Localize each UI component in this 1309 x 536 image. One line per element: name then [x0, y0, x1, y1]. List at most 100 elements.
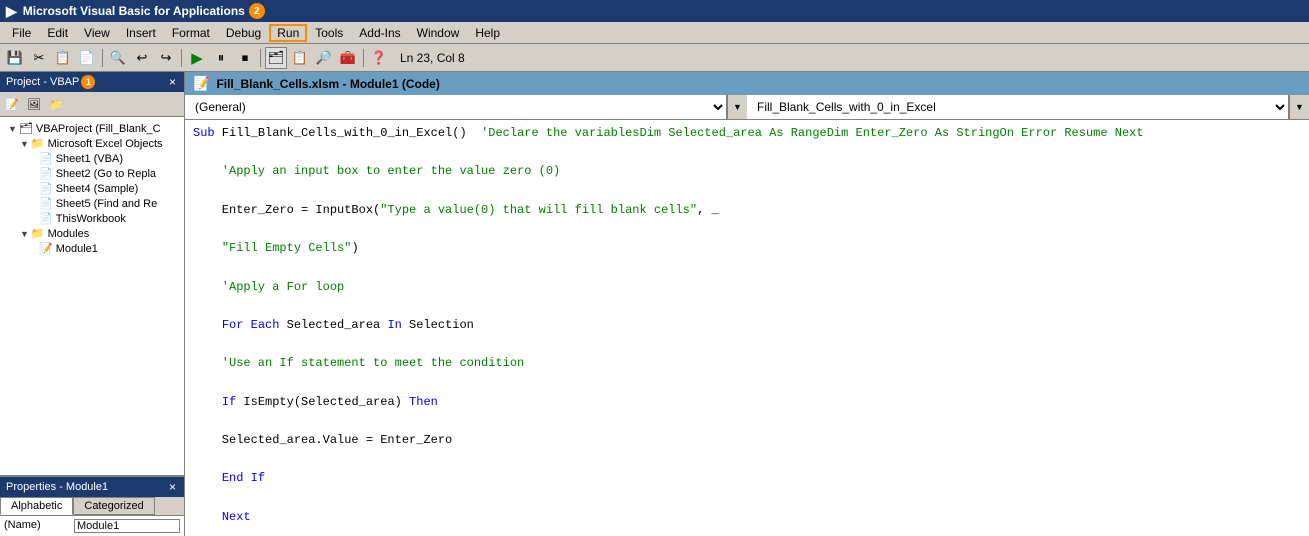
expand-icon: ▼	[8, 124, 17, 134]
toolbar-save-btn[interactable]: 💾	[4, 47, 26, 69]
project-close-btn[interactable]: ×	[167, 75, 178, 89]
code-line-blank-1	[193, 143, 1301, 162]
code-line-comment3: 'Use an If statement to meet the conditi…	[193, 354, 1301, 373]
title-badge: 2	[249, 3, 265, 19]
menu-format[interactable]: Format	[164, 24, 218, 42]
tree-label: Sheet4 (Sample)	[56, 183, 139, 195]
toolbar-pause-btn[interactable]: ⏸	[210, 47, 232, 69]
toolbar-cut-btn[interactable]: ✂	[28, 47, 50, 69]
properties-tabs: Alphabetic Categorized	[0, 497, 184, 516]
toolbar-status: Ln 23, Col 8	[400, 51, 465, 65]
vba-icon: ▶	[6, 3, 17, 20]
code-panel-header: 📝 Fill_Blank_Cells.xlsm - Module1 (Code)	[185, 72, 1309, 95]
code-line-foreach: For Each Selected_area In Selection	[193, 316, 1301, 335]
project-tree[interactable]: ▼ 🗂 VBAProject (Fill_Blank_C ▼ 📁 Microso…	[0, 117, 184, 475]
code-line-blank-3	[193, 220, 1301, 239]
toolbar-sep-4	[363, 49, 364, 67]
spacer	[32, 199, 37, 209]
toolbar: 💾 ✂ 📋 📄 🔍 ↩ ↪ ▶ ⏸ ⏹ 🗂 📋 🔎 🧰 ❓ Ln 23, Col…	[0, 44, 1309, 72]
tree-item-modules[interactable]: ▼ 📁 Modules	[4, 226, 180, 241]
tree-label: Module1	[56, 243, 98, 255]
menu-help[interactable]: Help	[467, 24, 508, 42]
toolbar-run-btn[interactable]: ▶	[186, 47, 208, 69]
toolbar-redo-btn[interactable]: ↪	[155, 47, 177, 69]
project-panel-header: Project - VBAP1 ×	[0, 72, 184, 92]
tree-item-sheet5[interactable]: 📄 Sheet5 (Find and Re	[4, 196, 180, 211]
props-row-name: (Name) Module1	[4, 518, 180, 534]
menu-addins[interactable]: Add-Ins	[351, 24, 408, 42]
spacer	[32, 169, 37, 179]
menu-run[interactable]: Run	[269, 24, 307, 42]
toolbar-properties-btn[interactable]: 📋	[289, 47, 311, 69]
spacer	[32, 244, 37, 254]
tree-item-thisworkbook[interactable]: 📄 ThisWorkbook	[4, 211, 180, 226]
toolbar-find-btn[interactable]: 🔍	[107, 47, 129, 69]
general-dropdown[interactable]: (General)	[185, 95, 727, 119]
toolbar-help-btn[interactable]: ❓	[368, 47, 390, 69]
tree-item-sheet2[interactable]: 📄 Sheet2 (Go to Repla	[4, 166, 180, 181]
menu-file[interactable]: File	[4, 24, 39, 42]
code-line-endif: End If	[193, 469, 1301, 488]
code-line-value: Selected_area.Value = Enter_Zero	[193, 431, 1301, 450]
sheet-icon: 📄	[39, 182, 53, 195]
menu-bar: File Edit View Insert Format Debug Run T…	[0, 22, 1309, 44]
procedure-dropdown[interactable]: Fill_Blank_Cells_with_0_in_Excel	[747, 95, 1289, 119]
code-editor[interactable]: Sub Fill_Blank_Cells_with_0_in_Excel() '…	[185, 120, 1309, 536]
code-line-inputbox: Enter_Zero = InputBox("Type a value(0) t…	[193, 201, 1301, 220]
tree-item-vbaproject[interactable]: ▼ 🗂 VBAProject (Fill_Blank_C	[4, 121, 180, 136]
toolbar-projectexplorer-btn[interactable]: 🗂	[265, 47, 287, 69]
tree-toggle-folders-btn[interactable]: 📁	[46, 94, 66, 114]
code-line-blank-8	[193, 412, 1301, 431]
props-value-field[interactable]: Module1	[74, 519, 180, 533]
menu-edit[interactable]: Edit	[39, 24, 76, 42]
tree-item-module1[interactable]: 📝 Module1	[4, 241, 180, 256]
tree-item-sheet1[interactable]: 📄 Sheet1 (VBA)	[4, 151, 180, 166]
code-line-fillempty: "Fill Empty Cells")	[193, 239, 1301, 258]
menu-window[interactable]: Window	[409, 24, 468, 42]
code-line-blank-2	[193, 182, 1301, 201]
expand-icon: ▼	[20, 139, 29, 149]
code-line-blank-4	[193, 258, 1301, 277]
properties-title: Properties - Module1	[6, 481, 108, 493]
code-header-icon: 📝	[193, 75, 210, 92]
code-line-blank-10	[193, 489, 1301, 508]
props-name-label: (Name)	[4, 519, 74, 533]
tree-label: Microsoft Excel Objects	[48, 138, 163, 150]
dropdown1-arrow[interactable]: ▼	[727, 95, 747, 119]
toolbar-undo-btn[interactable]: ↩	[131, 47, 153, 69]
code-line-blank-9	[193, 450, 1301, 469]
title-bar: ▶ Microsoft Visual Basic for Application…	[0, 0, 1309, 22]
tree-label: Sheet1 (VBA)	[56, 153, 123, 165]
toolbar-objectbrowser-btn[interactable]: 🔎	[313, 47, 335, 69]
dropdown2-arrow[interactable]: ▼	[1289, 95, 1309, 119]
folder-icon: 📁	[31, 137, 45, 150]
folder-icon: 🗂	[19, 122, 33, 135]
tab-alphabetic[interactable]: Alphabetic	[0, 497, 73, 515]
code-dropdowns: (General) ▼ Fill_Blank_Cells_with_0_in_E…	[185, 95, 1309, 120]
tree-view-code-btn[interactable]: 📝	[2, 94, 22, 114]
toolbar-paste-btn[interactable]: 📄	[76, 47, 98, 69]
sheet-icon: 📄	[39, 197, 53, 210]
spacer	[32, 184, 37, 194]
toolbar-stop-btn[interactable]: ⏹	[234, 47, 256, 69]
properties-content: (Name) Module1	[0, 516, 184, 536]
toolbar-toolbox-btn[interactable]: 🧰	[337, 47, 359, 69]
expand-icon: ▼	[20, 229, 29, 239]
project-badge: 1	[81, 75, 95, 89]
properties-panel: Properties - Module1 × Alphabetic Catego…	[0, 475, 184, 536]
toolbar-copy-btn[interactable]: 📋	[52, 47, 74, 69]
tab-categorized[interactable]: Categorized	[73, 497, 154, 515]
menu-view[interactable]: View	[76, 24, 118, 42]
title-text: Microsoft Visual Basic for Applications	[23, 4, 245, 18]
tree-item-excel-objects[interactable]: ▼ 📁 Microsoft Excel Objects	[4, 136, 180, 151]
code-line-blank-5	[193, 297, 1301, 316]
tree-label: VBAProject (Fill_Blank_C	[36, 123, 161, 135]
properties-close-btn[interactable]: ×	[167, 480, 178, 494]
tree-item-sheet4[interactable]: 📄 Sheet4 (Sample)	[4, 181, 180, 196]
main-layout: Project - VBAP1 × 📝 🖼 📁 ▼ 🗂 VBAProject (…	[0, 72, 1309, 536]
menu-debug[interactable]: Debug	[218, 24, 269, 42]
menu-insert[interactable]: Insert	[118, 24, 164, 42]
menu-tools[interactable]: Tools	[307, 24, 351, 42]
tree-view-object-btn[interactable]: 🖼	[24, 94, 44, 114]
folder-icon: 📁	[31, 227, 45, 240]
